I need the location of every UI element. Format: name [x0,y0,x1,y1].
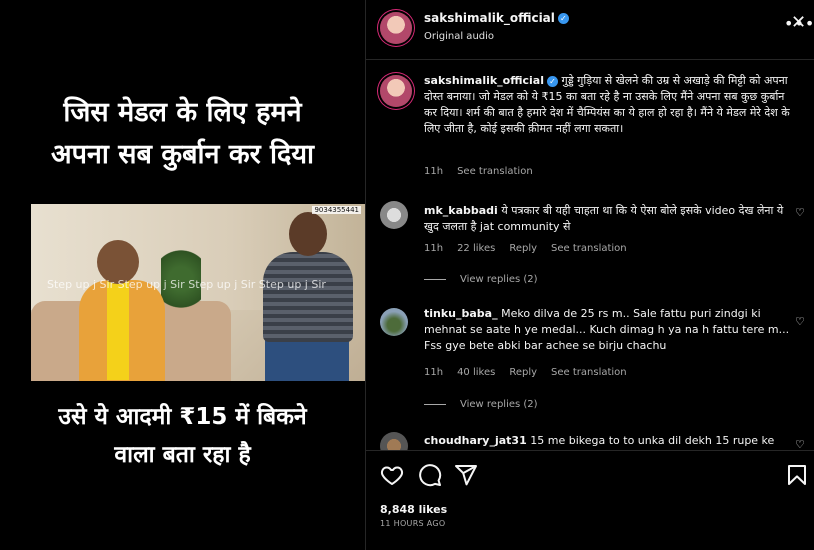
verified-badge-icon: ✓ [557,13,569,24]
comment-see-translation[interactable]: See translation [551,367,627,378]
comment-meta: 11h 22 likes Reply See translation [424,243,641,254]
view-replies-button[interactable]: View replies (2) [424,399,538,410]
comment-time: 11h [424,367,444,378]
post-likes-count[interactable]: 8,848 likes [380,503,447,516]
comment-avatar[interactable] [380,201,408,229]
caption-author-avatar[interactable] [380,75,412,107]
save-bookmark-icon[interactable] [785,463,809,487]
caption-meta: 11h See translation [424,166,547,177]
comment-see-translation[interactable]: See translation [551,243,627,254]
comment-avatar[interactable] [380,308,408,336]
video-watermark: Step up j Sir Step up j Sir Step up j Si… [47,278,326,291]
view-replies-button[interactable]: View replies (2) [424,274,538,285]
media-caption-top: जिस मेडल के लिए हमने अपना सब कुर्बान कर … [0,92,365,176]
comment-time: 11h [424,243,444,254]
post-header: sakshimalik_official ✓ Original audio ••• [366,0,814,60]
comment: tinku_baba_ Meko dilva de 25 rs m.. Sale… [424,306,794,354]
comment-username[interactable]: choudhary_jat31 [424,434,527,447]
post-timestamp: 11 HOURS AGO [380,519,446,528]
close-icon[interactable]: ✕ [791,12,806,33]
comment-like-heart-icon[interactable]: ♡ [795,206,805,219]
like-heart-icon[interactable] [380,463,404,487]
media-caption-bottom-line1: उसे ये आदमी ₹15 में बिकने [58,404,307,430]
video-frame[interactable]: Step up j Sir Step up j Sir Step up j Si… [31,204,365,381]
comment-like-heart-icon[interactable]: ♡ [795,438,805,450]
comment-username[interactable]: mk_kabbadi [424,204,498,217]
video-phone-number: 9034355441 [312,206,361,214]
post-panel: sakshimalik_official ✓ Original audio •••… [365,0,814,550]
comment-like-heart-icon[interactable]: ♡ [795,315,805,328]
comment: mk_kabbadi ये पत्रकार बी यही चाहता था कि… [424,203,794,235]
media-caption-bottom: उसे ये आदमी ₹15 में बिकने वाला बता रहा ह… [0,398,365,474]
comment-text: 15 me bikega to to unka dil dekh 15 rupe… [530,434,775,447]
comment-meta: 11h 40 likes Reply See translation [424,367,641,378]
comment-icon[interactable] [418,463,442,487]
comment-likes[interactable]: 22 likes [457,243,495,254]
video-person-right [251,212,365,381]
caption-verified-badge-icon: ✓ [547,75,558,87]
author-username[interactable]: sakshimalik_official ✓ [424,11,569,25]
comment-avatar[interactable] [380,432,408,450]
post-media[interactable]: जिस मेडल के लिए हमने अपना सब कुर्बान कर … [0,0,365,550]
comment-likes[interactable]: 40 likes [457,367,495,378]
original-audio-link[interactable]: Original audio [424,31,494,42]
comments-list[interactable]: sakshimalik_official ✓ गुड्डे गुड़िया से … [366,60,814,450]
comment-username[interactable]: tinku_baba_ [424,307,498,320]
comment-reply-button[interactable]: Reply [509,243,537,254]
caption-see-translation[interactable]: See translation [457,166,533,177]
media-caption-top-line1: जिस मेडल के लिए हमने [63,97,302,128]
caption-time: 11h [424,166,444,177]
post-caption: sakshimalik_official ✓ गुड्डे गुड़िया से … [424,73,796,137]
comment-reply-button[interactable]: Reply [509,367,537,378]
post-actions: 8,848 likes 11 HOURS AGO [366,450,814,550]
media-caption-bottom-line2: वाला बता रहा है [114,442,251,468]
share-paper-plane-icon[interactable] [454,463,478,487]
media-caption-top-line2: अपना सब कुर्बान कर दिया [50,139,315,170]
author-avatar[interactable] [380,12,412,44]
video-person-left [79,240,165,381]
comment: choudhary_jat31 15 me bikega to to unka … [424,433,794,449]
caption-username[interactable]: sakshimalik_official [424,74,544,87]
